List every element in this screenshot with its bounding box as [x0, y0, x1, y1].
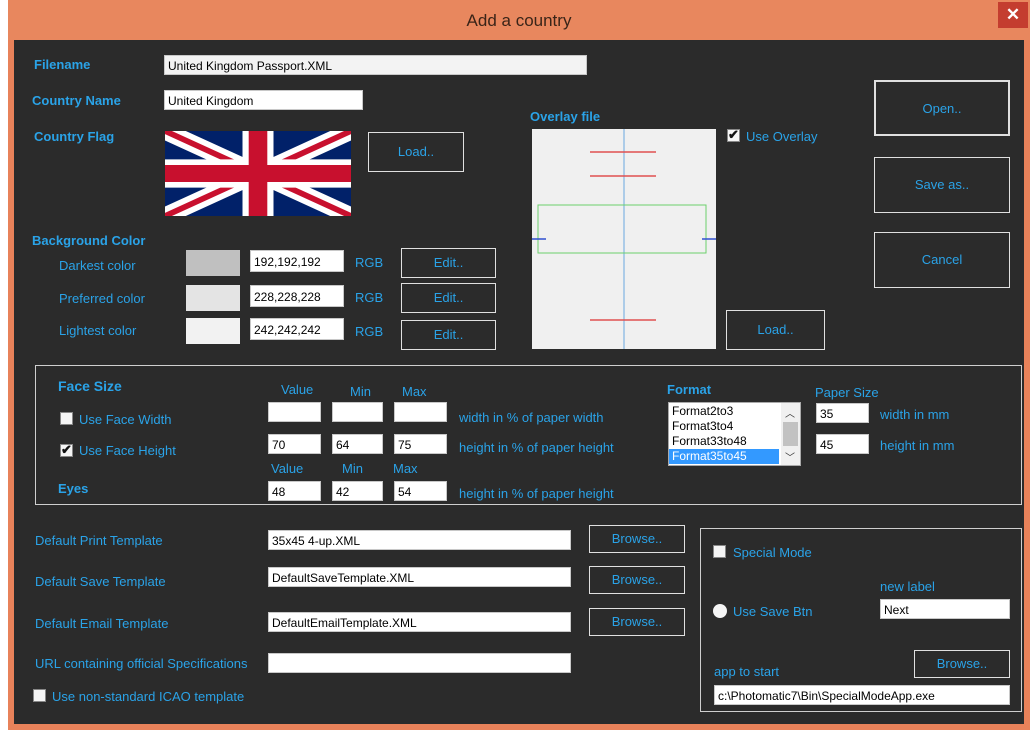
- eyes-value-header: Value: [271, 461, 304, 476]
- format-option[interactable]: Format35to45: [669, 449, 779, 464]
- preferred-rgb-label: RGB: [355, 290, 384, 305]
- country-flag-label: Country Flag: [34, 129, 115, 144]
- lightest-edit-button[interactable]: Edit..: [401, 320, 496, 350]
- country-name-input[interactable]: United Kingdom: [164, 90, 363, 110]
- title-bar[interactable]: Add a country ✕: [8, 0, 1030, 40]
- preferred-edit-button[interactable]: Edit..: [401, 283, 496, 313]
- overlay-guides: [532, 129, 716, 349]
- url-spec-input[interactable]: [268, 653, 571, 673]
- use-face-width-checkbox[interactable]: [60, 412, 73, 425]
- format-list: Format2to3 Format3to4 Format33to48 Format35…: [669, 404, 779, 464]
- face-height-max-input[interactable]: 75: [394, 434, 447, 454]
- use-save-btn-radio[interactable]: [713, 604, 727, 618]
- email-template-input[interactable]: DefaultEmailTemplate.XML: [268, 612, 571, 632]
- paper-height-desc: height in mm: [880, 438, 955, 453]
- format-listbox[interactable]: Format2to3 Format3to4 Format33to48 Format35…: [668, 402, 801, 466]
- scroll-up-icon[interactable]: ︿: [785, 405, 795, 420]
- face-min-header: Min: [350, 384, 371, 399]
- uk-flag-image: [165, 131, 351, 216]
- country-name-label: Country Name: [32, 93, 121, 108]
- window-title: Add a country: [466, 11, 572, 30]
- format-option[interactable]: Format3to4: [669, 419, 779, 434]
- face-value-header: Value: [281, 382, 314, 397]
- format-option[interactable]: Format33to48: [669, 434, 779, 449]
- face-width-desc: width in % of paper width: [459, 410, 604, 425]
- dialog-body: Filename United Kingdom Passport.XML Cou…: [14, 40, 1024, 724]
- non-standard-icao-checkbox[interactable]: [33, 689, 46, 702]
- lightest-rgb-label: RGB: [355, 324, 384, 339]
- overlay-file-label: Overlay file: [530, 109, 601, 124]
- eyes-min-input[interactable]: 42: [332, 481, 383, 501]
- format-scrollbar[interactable]: ︿ ﹀: [781, 403, 800, 465]
- print-template-browse-button[interactable]: Browse..: [589, 525, 685, 553]
- eyes-max-header: Max: [393, 461, 418, 476]
- format-option[interactable]: Format2to3: [669, 404, 779, 419]
- face-width-value-input[interactable]: [268, 402, 321, 422]
- app-browse-button[interactable]: Browse..: [914, 650, 1010, 678]
- eyes-max-input[interactable]: 54: [394, 481, 447, 501]
- lightest-color-input[interactable]: 242,242,242: [250, 318, 344, 340]
- darkest-color-swatch: [186, 250, 240, 276]
- new-label-label: new label: [880, 579, 935, 594]
- darkest-color-input[interactable]: 192,192,192: [250, 250, 344, 272]
- non-standard-icao-label: Use non-standard ICAO template: [52, 689, 245, 704]
- email-template-browse-button[interactable]: Browse..: [589, 608, 685, 636]
- email-template-label: Default Email Template: [35, 616, 169, 631]
- eyes-label: Eyes: [58, 481, 89, 496]
- new-label-input[interactable]: Next: [880, 599, 1010, 619]
- scroll-thumb[interactable]: [783, 422, 798, 446]
- lightest-color-label: Lightest color: [59, 323, 137, 338]
- background-color-label: Background Color: [32, 233, 146, 248]
- face-width-min-input[interactable]: [332, 402, 383, 422]
- cancel-button[interactable]: Cancel: [874, 232, 1010, 288]
- use-overlay-checkbox[interactable]: [727, 127, 740, 143]
- open-button[interactable]: Open..: [874, 80, 1010, 136]
- url-spec-label: URL containing official Specifications: [35, 656, 248, 671]
- eyes-value-input[interactable]: 48: [268, 481, 321, 501]
- face-height-value-input[interactable]: 70: [268, 434, 321, 454]
- preferred-color-label: Preferred color: [59, 291, 145, 306]
- close-button[interactable]: ✕: [998, 2, 1028, 28]
- print-template-input[interactable]: 35x45 4-up.XML: [268, 530, 571, 550]
- use-save-btn-label: Use Save Btn: [733, 604, 813, 619]
- face-size-label: Face Size: [58, 378, 122, 394]
- preferred-color-swatch: [186, 285, 240, 311]
- app-to-start-label: app to start: [714, 664, 780, 679]
- paper-width-desc: width in mm: [880, 407, 950, 422]
- darkest-rgb-label: RGB: [355, 255, 384, 270]
- lightest-color-swatch: [186, 318, 240, 344]
- use-overlay-label: Use Overlay: [746, 129, 818, 144]
- eyes-min-header: Min: [342, 461, 363, 476]
- save-template-input[interactable]: DefaultSaveTemplate.XML: [268, 567, 571, 587]
- face-width-max-input[interactable]: [394, 402, 447, 422]
- face-height-min-input[interactable]: 64: [332, 434, 383, 454]
- app-path-input[interactable]: c:\Photomatic7\Bin\SpecialModeApp.exe: [714, 685, 1010, 705]
- paper-size-label: Paper Size: [815, 385, 879, 400]
- flag-load-button[interactable]: Load..: [368, 132, 464, 172]
- save-template-label: Default Save Template: [35, 574, 166, 589]
- overlay-preview: [532, 129, 716, 349]
- use-face-height-checkbox[interactable]: [60, 442, 73, 458]
- face-height-desc: height in % of paper height: [459, 440, 614, 455]
- save-template-browse-button[interactable]: Browse..: [589, 566, 685, 594]
- darkest-edit-button[interactable]: Edit..: [401, 248, 496, 278]
- scroll-down-icon[interactable]: ﹀: [785, 449, 795, 464]
- use-face-width-label: Use Face Width: [79, 412, 172, 427]
- filename-label: Filename: [34, 57, 91, 72]
- paper-width-input[interactable]: 35: [816, 403, 869, 423]
- add-country-window: Add a country ✕ Filename United Kingdom …: [8, 0, 1030, 730]
- use-face-height-label: Use Face Height: [79, 443, 176, 458]
- special-mode-label: Special Mode: [733, 545, 812, 560]
- eyes-desc: height in % of paper height: [459, 486, 614, 501]
- save-as-button[interactable]: Save as..: [874, 157, 1010, 213]
- format-label: Format: [667, 382, 712, 397]
- preferred-color-input[interactable]: 228,228,228: [250, 285, 344, 307]
- face-max-header: Max: [402, 384, 427, 399]
- overlay-load-button[interactable]: Load..: [726, 310, 825, 350]
- print-template-label: Default Print Template: [35, 533, 163, 548]
- filename-input[interactable]: United Kingdom Passport.XML: [164, 55, 587, 75]
- paper-height-input[interactable]: 45: [816, 434, 869, 454]
- special-mode-checkbox[interactable]: [713, 545, 726, 558]
- darkest-color-label: Darkest color: [59, 258, 136, 273]
